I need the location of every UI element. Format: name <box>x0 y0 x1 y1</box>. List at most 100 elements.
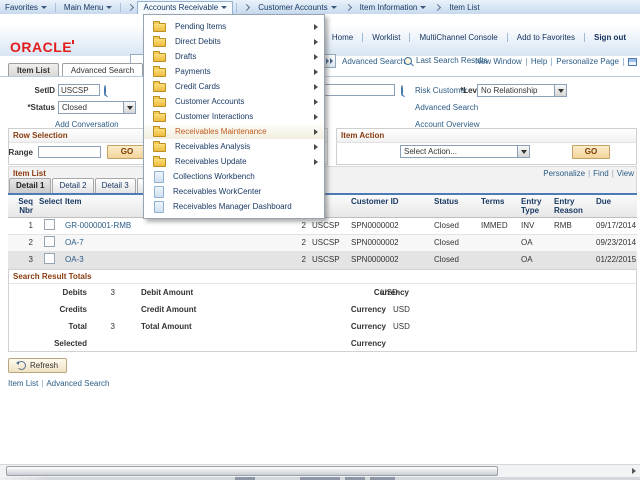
divider <box>623 58 624 66</box>
personalize-layout-icon[interactable] <box>628 58 637 66</box>
advanced-search-link[interactable]: Advanced Search <box>415 103 478 112</box>
refresh-button[interactable]: Refresh <box>8 358 67 373</box>
totals-label: Credits <box>9 302 87 317</box>
header-links: Home Worklist MultiChannel Console Add t… <box>323 33 635 42</box>
view-link[interactable]: View <box>617 169 634 178</box>
status-select[interactable]: Closed <box>58 101 136 114</box>
row-checkbox[interactable] <box>44 253 55 264</box>
item-link[interactable]: OA-7 <box>65 238 84 247</box>
worklist-link[interactable]: Worklist <box>363 33 409 42</box>
customer-lookup-icon[interactable] <box>401 85 403 96</box>
breadcrumb-main-menu[interactable]: Main Menu <box>59 0 118 14</box>
submenu-arrow-icon <box>314 159 318 165</box>
item-action-go-button[interactable]: GO <box>572 145 610 159</box>
menu-item-pending-items[interactable]: Pending Items <box>144 19 324 34</box>
menu-item-receivables-manager-dashboard[interactable]: Receivables Manager Dashboard <box>144 199 324 214</box>
footer-item-list-link[interactable]: Item List <box>8 379 38 388</box>
refresh-icon <box>17 361 26 370</box>
help-link[interactable]: Help <box>531 57 547 66</box>
cell-due: 09/17/2014 <box>593 218 637 234</box>
page-bar: New Window Help Personalize Page <box>475 57 637 66</box>
global-advanced-search-link[interactable]: Advanced Search <box>342 57 405 66</box>
setid-field[interactable] <box>58 84 100 96</box>
tab-detail-1[interactable]: Detail 1 <box>9 178 51 193</box>
level-label: *Lev <box>450 86 477 95</box>
folder-icon <box>153 158 166 167</box>
col-select: Select <box>36 195 62 217</box>
menu-item-label: Receivables Analysis <box>175 142 250 151</box>
setid-lookup-icon[interactable] <box>104 85 106 96</box>
breadcrumb-accounts-receivable[interactable]: Accounts Receivable <box>137 1 233 14</box>
range-go-button[interactable]: GO <box>107 145 147 159</box>
menu-item-label: Customer Accounts <box>175 97 244 106</box>
submenu-arrow-icon <box>314 69 318 75</box>
folder-icon <box>153 68 166 77</box>
row-checkbox[interactable] <box>44 219 55 230</box>
item-action-select[interactable]: Select Action... <box>400 145 530 158</box>
sign-out-link[interactable]: Sign out <box>585 33 635 42</box>
cell-status: Closed <box>431 218 478 234</box>
totals-label: Selected <box>9 336 87 351</box>
table-row: 3 OA-3 2 USCSP SPN0000002 Closed OA 01/2… <box>8 252 637 269</box>
totals-count: 3 <box>95 285 115 300</box>
menu-item-drafts[interactable]: Drafts <box>144 49 324 64</box>
divider <box>120 3 121 12</box>
cell-entry-reason <box>551 252 593 268</box>
totals-row-selected: Selected Currency <box>9 336 636 351</box>
breadcrumb-customer-accounts[interactable]: Customer Accounts <box>253 0 341 14</box>
item-link[interactable]: GR-0000001-RMB <box>65 221 131 230</box>
submenu-arrow-icon <box>314 114 318 120</box>
menu-item-customer-interactions[interactable]: Customer Interactions <box>144 109 324 124</box>
totals-amount-label: Credit Amount <box>141 302 196 317</box>
menu-item-customer-accounts[interactable]: Customer Accounts <box>144 94 324 109</box>
breadcrumb-favorites[interactable]: Favorites <box>0 0 52 14</box>
page-icon <box>154 171 164 183</box>
menu-item-collections-workbench[interactable]: Collections Workbench <box>144 169 324 184</box>
chevron-right-icon <box>434 3 441 10</box>
find-link[interactable]: Find <box>593 169 609 178</box>
menu-item-receivables-update[interactable]: Receivables Update <box>144 154 324 169</box>
divider: | <box>612 169 614 178</box>
tab-item-list[interactable]: Item List <box>8 63 59 77</box>
totals-currency-label: Currency <box>321 336 386 351</box>
col-terms: Terms <box>478 195 518 217</box>
scrollbar-right-arrow-icon[interactable] <box>632 468 636 474</box>
add-to-favorites-link[interactable]: Add to Favorites <box>508 33 584 42</box>
tab-detail-2[interactable]: Detail 2 <box>52 178 93 193</box>
page-tabs: Item List Advanced Search <box>8 63 146 77</box>
home-link[interactable]: Home <box>323 33 362 42</box>
personalize-page-link[interactable]: Personalize Page <box>556 57 619 66</box>
dropdown-button[interactable] <box>123 102 135 113</box>
menu-item-credit-cards[interactable]: Credit Cards <box>144 79 324 94</box>
menu-item-direct-debits[interactable]: Direct Debits <box>144 34 324 49</box>
scrollbar-thumb[interactable] <box>6 466 498 476</box>
menu-item-receivables-maintenance[interactable]: Receivables Maintenance <box>144 124 324 139</box>
totals-amount-label: Total Amount <box>141 319 192 334</box>
menu-item-label: Drafts <box>175 52 196 61</box>
dropdown-button[interactable] <box>517 146 529 157</box>
submenu-arrow-icon <box>314 39 318 45</box>
footer-advanced-search-link[interactable]: Advanced Search <box>46 379 109 388</box>
menu-item-label: Credit Cards <box>175 82 220 91</box>
item-link[interactable]: OA-3 <box>65 255 84 264</box>
range-input[interactable] <box>38 146 101 158</box>
multichannel-console-link[interactable]: MultiChannel Console <box>410 33 506 42</box>
menu-item-receivables-workcenter[interactable]: Receivables WorkCenter <box>144 184 324 199</box>
totals-amount-label: Debit Amount <box>141 285 193 300</box>
personalize-link[interactable]: Personalize <box>543 169 585 178</box>
horizontal-scrollbar[interactable] <box>0 464 640 477</box>
chevron-down-icon <box>41 6 47 9</box>
menu-item-payments[interactable]: Payments <box>144 64 324 79</box>
col-customer-id: Customer ID <box>348 195 431 217</box>
oracle-logo-mark <box>72 40 74 44</box>
breadcrumb-item-information[interactable]: Item Information <box>355 0 432 14</box>
menu-item-receivables-analysis[interactable]: Receivables Analysis <box>144 139 324 154</box>
menu-item-label: Receivables WorkCenter <box>173 187 261 196</box>
new-window-link[interactable]: New Window <box>475 57 522 66</box>
totals-row-total: Total 3 Total Amount Currency USD <box>9 319 636 334</box>
dropdown-button[interactable] <box>554 85 566 96</box>
tab-advanced-search[interactable]: Advanced Search <box>62 63 143 77</box>
level-select[interactable]: No Relationship <box>477 84 567 97</box>
row-checkbox[interactable] <box>44 236 55 247</box>
tab-detail-3[interactable]: Detail 3 <box>95 178 136 193</box>
